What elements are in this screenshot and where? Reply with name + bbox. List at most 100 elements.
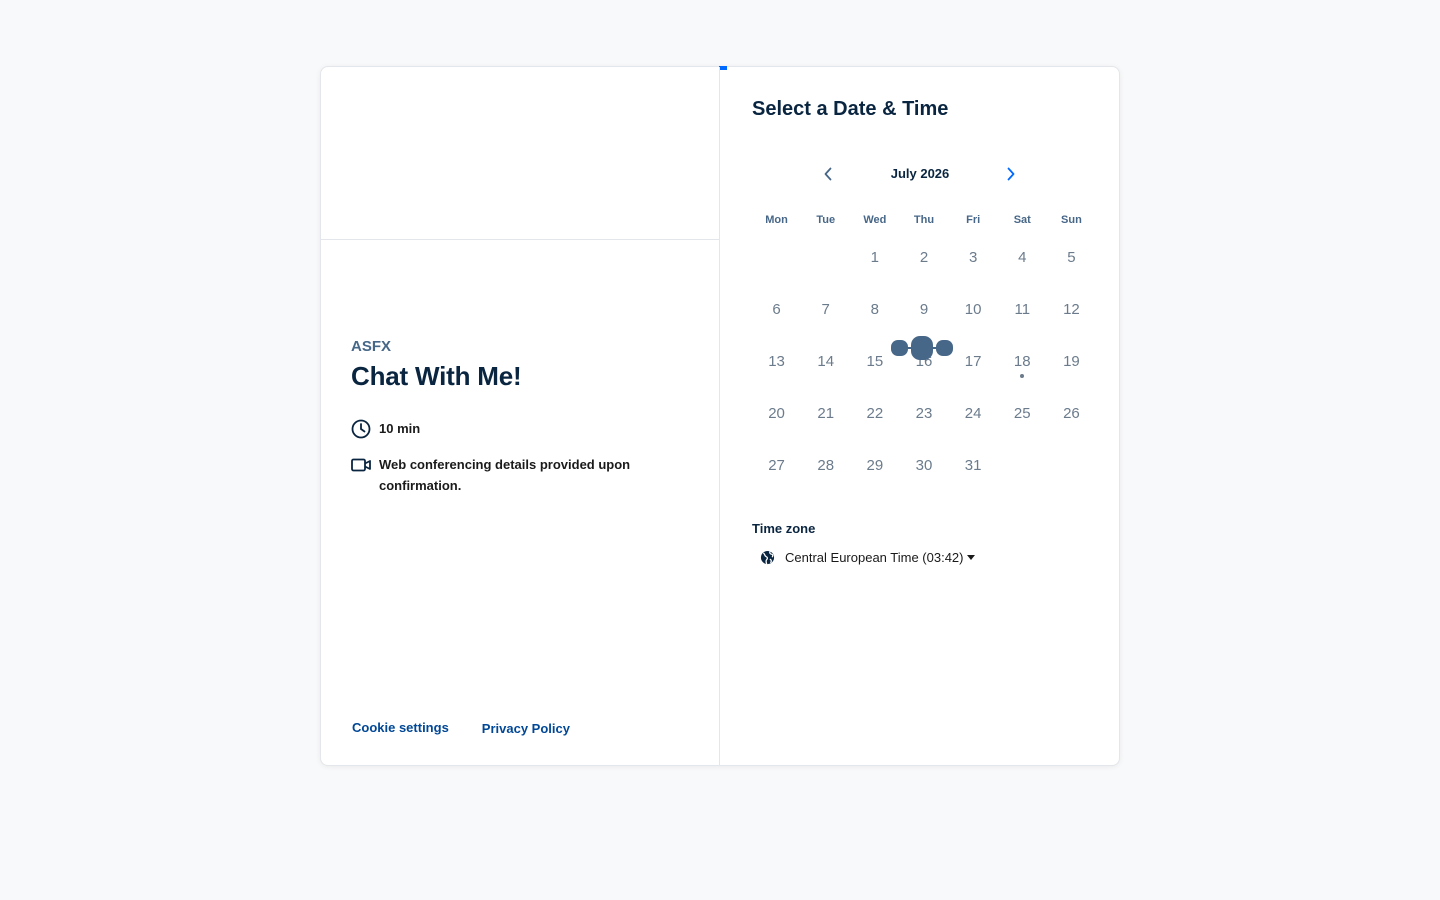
calendar-day: 17 bbox=[949, 339, 998, 383]
calendar-day: 23 bbox=[899, 391, 948, 435]
calendar-day-number: 24 bbox=[964, 404, 982, 422]
next-month-button[interactable] bbox=[997, 160, 1025, 188]
today-indicator-dot bbox=[1020, 374, 1025, 378]
calendar-day-number: 31 bbox=[964, 456, 982, 474]
organizer-name: ASFX bbox=[351, 338, 392, 355]
weekday-header: Mon Tue Wed Thu Fri Sat Sun bbox=[752, 214, 1096, 226]
timezone-select[interactable]: Central European Time (03:42) bbox=[760, 546, 976, 568]
timezone-value: Central European Time (03:42) bbox=[785, 549, 964, 565]
calendar-day-number: 23 bbox=[915, 404, 933, 422]
calendar-day: 5 bbox=[1047, 235, 1096, 279]
calendar-day-number: 1 bbox=[870, 248, 880, 266]
event-info: ASFX Chat With Me! 10 min Web conferenci… bbox=[351, 338, 691, 496]
calendar-day: 14 bbox=[801, 339, 850, 383]
calendar-day: 24 bbox=[949, 391, 998, 435]
calendar-day: 8 bbox=[850, 287, 899, 331]
weekday-wed: Wed bbox=[863, 214, 887, 226]
logo-area bbox=[321, 67, 719, 240]
calendar-day: 31 bbox=[949, 443, 998, 487]
globe-icon bbox=[760, 550, 775, 564]
calendar-day: 27 bbox=[752, 443, 801, 487]
calendar-day-number: 10 bbox=[964, 300, 982, 318]
calendar-day: 20 bbox=[752, 391, 801, 435]
calendar-day-number: 2 bbox=[919, 248, 929, 266]
calendar-day-number: 21 bbox=[817, 404, 835, 422]
calendar-day: 18 bbox=[998, 339, 1047, 383]
date-picker-pane: Select a Date & Time July 2026 Mon Tue Wed… bbox=[720, 67, 1119, 765]
calendar-day-number: 25 bbox=[1013, 404, 1031, 422]
weekday-sun: Sun bbox=[1061, 214, 1082, 226]
calendar-day: 2 bbox=[899, 235, 948, 279]
calendar-day: 28 bbox=[801, 443, 850, 487]
calendar-day: 19 bbox=[1047, 339, 1096, 383]
calendar-day: 11 bbox=[998, 287, 1047, 331]
picker-title: Select a Date & Time bbox=[752, 98, 949, 120]
event-title: Chat With Me! bbox=[351, 361, 522, 391]
privacy-policy-link[interactable]: Privacy Policy bbox=[482, 721, 570, 736]
calendar-day-number: 28 bbox=[817, 456, 835, 474]
calendar-day-number: 11 bbox=[1014, 300, 1031, 318]
calendar-day-number: 3 bbox=[968, 248, 978, 266]
duration-text: 10 min bbox=[379, 421, 421, 436]
calendar-week: 1 2 3 4 5 bbox=[752, 235, 1096, 287]
calendar-week: 27 28 29 30 31 bbox=[752, 443, 1096, 495]
scheduling-card: ASFX Chat With Me! 10 min Web conferenci… bbox=[320, 66, 1120, 766]
calendar-grid: 1 2 3 4 5 6 7 8 9 10 11 12 13 14 15 16 17 18 19 20 21 22 23 24 2… bbox=[752, 235, 1096, 495]
calendar-day-number: 14 bbox=[817, 352, 835, 370]
chevron-right-icon bbox=[1007, 167, 1015, 181]
footer-links: Cookie settings Privacy Policy bbox=[352, 720, 603, 736]
calendar-day-number: 26 bbox=[1063, 404, 1080, 422]
calendar-day-number: 6 bbox=[772, 300, 781, 318]
calendar-day-number: 13 bbox=[768, 352, 785, 370]
conferencing-text: Web conferencing details provided upon c… bbox=[379, 457, 631, 493]
weekday-fri: Fri bbox=[966, 214, 981, 226]
duration-row: 10 min bbox=[351, 419, 691, 439]
calendar-day-number: 27 bbox=[768, 456, 785, 474]
calendar-day-number: 30 bbox=[915, 456, 933, 474]
calendar-day-number: 7 bbox=[821, 300, 830, 318]
calendar-day: 7 bbox=[801, 287, 850, 331]
conferencing-row: Web conferencing details provided upon c… bbox=[351, 455, 691, 496]
weekday-mon: Mon bbox=[765, 214, 788, 226]
calendar-day: 4 bbox=[998, 235, 1047, 279]
calendar-day-number: 4 bbox=[1018, 248, 1027, 266]
calendar-day: 26 bbox=[1047, 391, 1096, 435]
cookie-settings-link[interactable]: Cookie settings bbox=[352, 720, 449, 736]
calendar-day-number: 5 bbox=[1067, 248, 1076, 266]
calendar-day: 3 bbox=[949, 235, 998, 279]
calendar-day: 25 bbox=[998, 391, 1047, 435]
loading-spinner bbox=[891, 336, 953, 360]
clock-icon bbox=[351, 419, 371, 439]
calendar-day-number: 20 bbox=[768, 404, 785, 422]
calendar-day-number: 19 bbox=[1063, 352, 1080, 370]
calendar-day-number: 18 bbox=[1013, 352, 1031, 370]
calendar-day-number: 9 bbox=[919, 300, 929, 318]
video-camera-icon bbox=[351, 458, 371, 472]
calendar-day-number: 8 bbox=[870, 300, 880, 318]
calendar-day-number: 12 bbox=[1063, 300, 1080, 318]
weekday-thu: Thu bbox=[913, 214, 935, 226]
calendar-day: 22 bbox=[850, 391, 899, 435]
calendar-day: 21 bbox=[801, 391, 850, 435]
caret-down-icon bbox=[967, 554, 976, 560]
calendar-day-number: 22 bbox=[866, 404, 884, 422]
event-details-pane: ASFX Chat With Me! 10 min Web conferenci… bbox=[321, 67, 720, 765]
timezone-label: Time zone bbox=[752, 521, 816, 536]
calendar-day-number: 15 bbox=[866, 352, 884, 370]
calendar-day-number: 29 bbox=[866, 456, 884, 474]
calendar-day: 6 bbox=[752, 287, 801, 331]
calendar-day: 13 bbox=[752, 339, 801, 383]
calendar-day-number: 17 bbox=[964, 352, 982, 370]
calendar-week: 20 21 22 23 24 25 26 bbox=[752, 391, 1096, 443]
calendar-day: 12 bbox=[1047, 287, 1096, 331]
calendar-day: 10 bbox=[949, 287, 998, 331]
calendar-day: 30 bbox=[899, 443, 948, 487]
calendar-week: 6 7 8 9 10 11 12 bbox=[752, 287, 1096, 339]
weekday-tue: Tue bbox=[816, 214, 836, 226]
calendar-day: 29 bbox=[850, 443, 899, 487]
month-label: July 2026 bbox=[890, 166, 950, 181]
calendar-day: 9 bbox=[899, 287, 948, 331]
calendar-day: 1 bbox=[850, 235, 899, 279]
weekday-sat: Sat bbox=[1013, 214, 1031, 226]
month-navigation: July 2026 bbox=[752, 160, 1088, 188]
